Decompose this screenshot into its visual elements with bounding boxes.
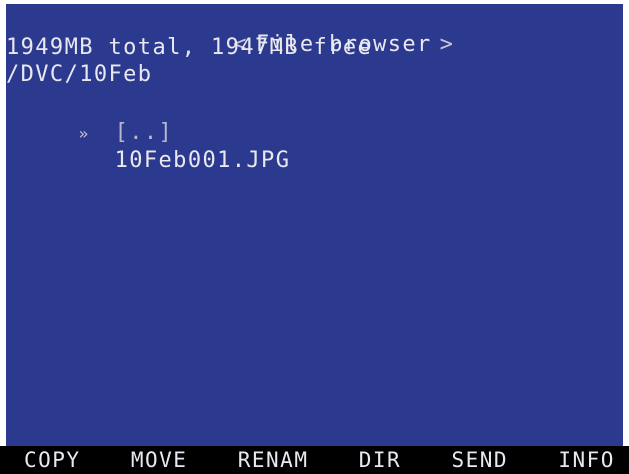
dir-softkey-button[interactable]: DIR: [359, 448, 401, 472]
softkey-bar: COPY MOVE RENAM DIR SEND INFO: [0, 446, 629, 474]
current-path: /DVC/10Feb: [6, 62, 153, 87]
copy-softkey-button[interactable]: COPY: [24, 448, 81, 472]
file-list-item-parent-dir[interactable]: » [..]: [20, 94, 580, 145]
rename-softkey-button[interactable]: RENAM: [238, 448, 309, 472]
storage-summary: 1949MB total, 1947MB free: [6, 35, 373, 60]
file-list-item[interactable]: 10Feb001.JPG: [20, 122, 580, 173]
send-softkey-button[interactable]: SEND: [452, 448, 509, 472]
file-browser-screen: < File browser > 1949MB total, 1947MB free…: [6, 4, 623, 446]
info-softkey-button[interactable]: INFO: [558, 448, 615, 472]
move-softkey-button[interactable]: MOVE: [131, 448, 188, 472]
file-list-item-label: 10Feb001.JPG: [114, 148, 291, 173]
next-screen-arrow-icon[interactable]: >: [440, 32, 455, 58]
